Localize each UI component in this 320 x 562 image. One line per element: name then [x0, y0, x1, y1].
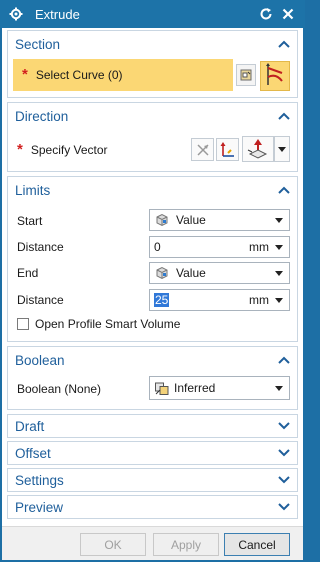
reverse-direction-button[interactable] — [191, 138, 214, 161]
close-icon[interactable] — [280, 6, 296, 22]
distance2-input[interactable]: 25 mm — [149, 289, 290, 311]
inferred-vector-button[interactable] — [242, 136, 274, 162]
start-select[interactable]: Value — [149, 209, 290, 231]
end-select-value: Value — [176, 266, 206, 280]
distance1-value: 0 — [154, 240, 161, 254]
inferred-boolean-icon — [155, 382, 169, 395]
boolean-header[interactable]: Boolean — [8, 347, 297, 373]
required-star-icon: * — [17, 141, 23, 158]
boolean-title: Boolean — [15, 352, 65, 368]
draft-panel[interactable]: Draft — [7, 414, 298, 438]
limits-panel: Limits Start Value Distance 0 mm End Val… — [7, 176, 298, 342]
draft-title: Draft — [15, 418, 45, 434]
chevron-down-icon[interactable] — [278, 448, 290, 458]
direction-header[interactable]: Direction — [8, 103, 297, 129]
window-title: Extrude — [35, 6, 80, 22]
ok-button[interactable]: OK — [80, 533, 146, 556]
value-cube-icon — [156, 213, 168, 227]
open-profile-checkbox[interactable] — [17, 318, 29, 330]
select-curve-row[interactable]: * Select Curve (0) — [13, 59, 233, 91]
offset-panel[interactable]: Offset — [7, 441, 298, 465]
gear-icon[interactable] — [9, 7, 23, 21]
draft-header[interactable]: Draft — [8, 415, 297, 437]
section-header[interactable]: Section — [8, 31, 297, 57]
title-bar: Extrude — [0, 0, 305, 28]
distance1-row: Distance — [17, 236, 64, 258]
chevron-down-icon — [275, 270, 283, 276]
start-label: Start — [17, 214, 43, 228]
vector-dialog-button[interactable] — [216, 138, 239, 161]
specify-vector-label: Specify Vector — [30, 143, 108, 157]
select-curve-label: Select Curve (0) — [35, 68, 123, 82]
settings-header[interactable]: Settings — [8, 469, 297, 491]
direction-panel: Direction * Specify Vector — [7, 102, 298, 172]
open-profile-label: Open Profile Smart Volume — [35, 317, 181, 331]
required-star-icon: * — [22, 66, 28, 83]
limits-title: Limits — [15, 182, 51, 198]
preview-title: Preview — [15, 499, 64, 515]
distance1-input[interactable]: 0 mm — [149, 236, 290, 258]
sketch-section-button[interactable] — [236, 64, 256, 86]
section-panel: Section * Select Curve (0) — [7, 30, 298, 98]
section-title: Section — [15, 36, 61, 52]
distance2-value: 25 — [154, 293, 170, 307]
reset-icon[interactable] — [258, 6, 274, 22]
start-row: Start — [17, 210, 42, 232]
boolean-panel: Boolean Boolean (None) Inferred — [7, 346, 298, 410]
open-profile-row[interactable]: Open Profile Smart Volume — [17, 313, 180, 335]
settings-title: Settings — [15, 472, 64, 488]
distance2-label: Distance — [17, 293, 64, 307]
distance1-unit: mm — [249, 240, 269, 254]
chevron-down-icon[interactable] — [275, 245, 283, 250]
button-bar: OK Apply Cancel — [2, 526, 303, 560]
chevron-down-icon[interactable] — [275, 298, 283, 303]
chevron-down-icon — [275, 385, 283, 391]
start-select-value: Value — [176, 213, 206, 227]
extrude-dialog: Section * Select Curve (0) Direction * S… — [2, 28, 303, 560]
chevron-up-icon[interactable] — [278, 111, 290, 121]
boolean-row: Boolean (None) — [17, 378, 101, 400]
end-row: End — [17, 262, 38, 284]
cancel-button[interactable]: Cancel — [224, 533, 290, 556]
vector-options-dropdown[interactable] — [274, 136, 290, 162]
limits-header[interactable]: Limits — [8, 177, 297, 203]
boolean-select-value: Inferred — [174, 381, 216, 395]
distance2-row: Distance — [17, 289, 64, 311]
apply-button[interactable]: Apply — [153, 533, 219, 556]
chevron-up-icon[interactable] — [278, 355, 290, 365]
chevron-down-icon — [275, 217, 283, 223]
chevron-up-icon[interactable] — [278, 185, 290, 195]
boolean-label: Boolean (None) — [17, 382, 102, 396]
offset-header[interactable]: Offset — [8, 442, 297, 464]
chevron-up-icon[interactable] — [278, 39, 290, 49]
chevron-down-icon[interactable] — [278, 475, 290, 485]
settings-panel[interactable]: Settings — [7, 468, 298, 492]
direction-title: Direction — [15, 108, 69, 124]
chevron-down-icon[interactable] — [278, 421, 290, 431]
distance1-label: Distance — [17, 240, 64, 254]
end-select[interactable]: Value — [149, 262, 290, 284]
offset-title: Offset — [15, 445, 51, 461]
preview-panel[interactable]: Preview — [7, 495, 298, 519]
specify-vector-row[interactable]: * Specify Vector — [8, 139, 108, 161]
boolean-select[interactable]: Inferred — [149, 376, 290, 400]
preview-header[interactable]: Preview — [8, 496, 297, 518]
value-cube-icon — [156, 266, 168, 280]
end-label: End — [17, 266, 39, 280]
curve-select-button[interactable] — [260, 61, 290, 91]
chevron-down-icon[interactable] — [278, 502, 290, 512]
distance2-unit: mm — [249, 293, 269, 307]
